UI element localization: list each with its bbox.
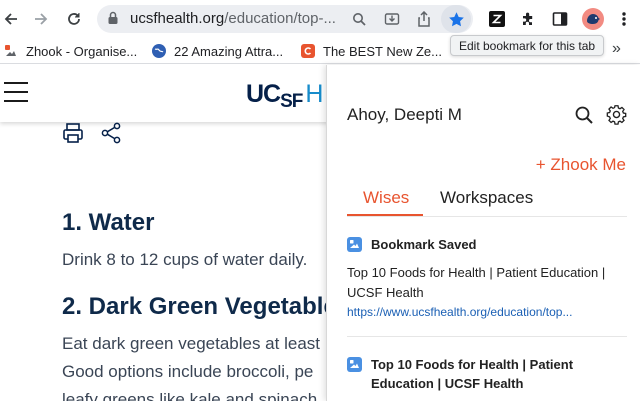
tab-wises[interactable]: Wises: [363, 188, 409, 208]
address-bar[interactable]: ucsfhealth.org/education/top-...: [97, 5, 473, 33]
side-panel-icon[interactable]: [550, 9, 570, 29]
site-header: UCSF H: [0, 65, 326, 122]
section-text-line: Eat dark green vegetables at least: [62, 334, 320, 353]
bookmark-label: The BEST New Ze...: [323, 43, 442, 59]
wise-card[interactable]: Bookmark Saved Top 10 Foods for Health |…: [347, 235, 627, 337]
section-heading-vegetables: 2. Dark Green Vegetables: [62, 293, 326, 320]
install-app-icon[interactable]: [382, 9, 402, 29]
bookmark-tooltip: Edit bookmark for this tab: [450, 35, 605, 56]
settings-gear-icon[interactable]: [606, 104, 627, 130]
logo-sf: SF: [280, 91, 303, 112]
card-title: Top 10 Foods for Health | Patient: [371, 357, 574, 372]
active-tab-indicator: [347, 214, 423, 216]
back-arrow-icon: [4, 13, 17, 25]
bookmark-item-best-new-ze[interactable]: The BEST New Ze...: [301, 42, 442, 60]
card-title: Education | UCSF Health: [371, 376, 524, 391]
card-body: Top 10 Foods for Health | Patient Educat…: [347, 265, 606, 280]
profile-avatar[interactable]: [582, 8, 604, 30]
bookmark-star-button[interactable]: [441, 5, 471, 33]
lock-icon: [107, 11, 119, 30]
section-text-water: Drink 8 to 12 cups of water daily.: [62, 250, 308, 269]
extensions-puzzle-icon[interactable]: [518, 9, 538, 29]
card-link[interactable]: https://www.ucsfhealth.org/education/top…: [347, 305, 572, 319]
back-button[interactable]: [0, 6, 24, 32]
card-body: UCSF Health: [347, 285, 424, 300]
user-greeting: Ahoy, Deepti M: [347, 105, 462, 124]
tab-workspaces[interactable]: Workspaces: [440, 188, 533, 208]
url-path: /education/top-...: [224, 10, 336, 27]
browser-toolbar: ucsfhealth.org/education/top-...: [0, 0, 640, 38]
section-heading-water: 1. Water: [62, 209, 155, 236]
section-text-line: leafy greens like kale and spinach: [62, 390, 318, 401]
url-domain: ucsfhealth.org: [130, 10, 225, 27]
forward-button[interactable]: [28, 6, 54, 32]
search-lens-icon[interactable]: [349, 9, 369, 29]
globe-favicon: [152, 44, 166, 58]
bookmark-item-zhook[interactable]: Zhook - Organise...: [4, 42, 137, 60]
bookmark-label: Zhook - Organise...: [26, 43, 138, 59]
zhook-extension-icon[interactable]: [487, 9, 507, 29]
zhook-me-button[interactable]: + Zhook Me: [536, 155, 626, 175]
logo-uc: UC: [246, 80, 281, 108]
zhook-card-icon: [347, 357, 362, 372]
star-icon: [448, 11, 464, 26]
panel-search-icon[interactable]: [574, 105, 594, 130]
bookmarks-overflow-button[interactable]: »: [612, 40, 621, 58]
section-text-line: Good options include broccoli, pe: [62, 362, 314, 381]
share-icon[interactable]: [414, 9, 434, 29]
tab-divider: [347, 216, 627, 217]
card-divider: [347, 336, 627, 337]
print-icon[interactable]: [62, 122, 84, 149]
zhook-side-panel: Ahoy, Deepti M + Zhook Me Wises Workspac…: [326, 65, 640, 401]
zhook-card-icon: [347, 237, 362, 252]
reload-button[interactable]: [61, 6, 87, 32]
forward-arrow-icon: [35, 13, 48, 25]
bookmark-label: 22 Amazing Attra...: [174, 43, 284, 59]
bookmark-item-attractions[interactable]: 22 Amazing Attra...: [152, 42, 283, 60]
wise-card[interactable]: Top 10 Foods for Health | Patient Educat…: [347, 355, 627, 401]
card-title: Bookmark Saved: [371, 237, 477, 252]
url-text: ucsfhealth.org/education/top-...: [130, 10, 336, 27]
page-content-area: UCSF H 1. Water Drink 8 to 12 cups of wat…: [0, 65, 326, 401]
reload-icon: [68, 13, 80, 25]
share-page-icon[interactable]: [100, 122, 122, 149]
ucsf-health-logo[interactable]: UCSF H: [246, 80, 323, 112]
zhook-favicon: [4, 44, 18, 58]
browser-menu-icon[interactable]: [614, 9, 634, 29]
logo-h: H: [305, 80, 323, 108]
hamburger-menu-icon[interactable]: [4, 82, 28, 109]
site-favicon: [301, 44, 315, 58]
